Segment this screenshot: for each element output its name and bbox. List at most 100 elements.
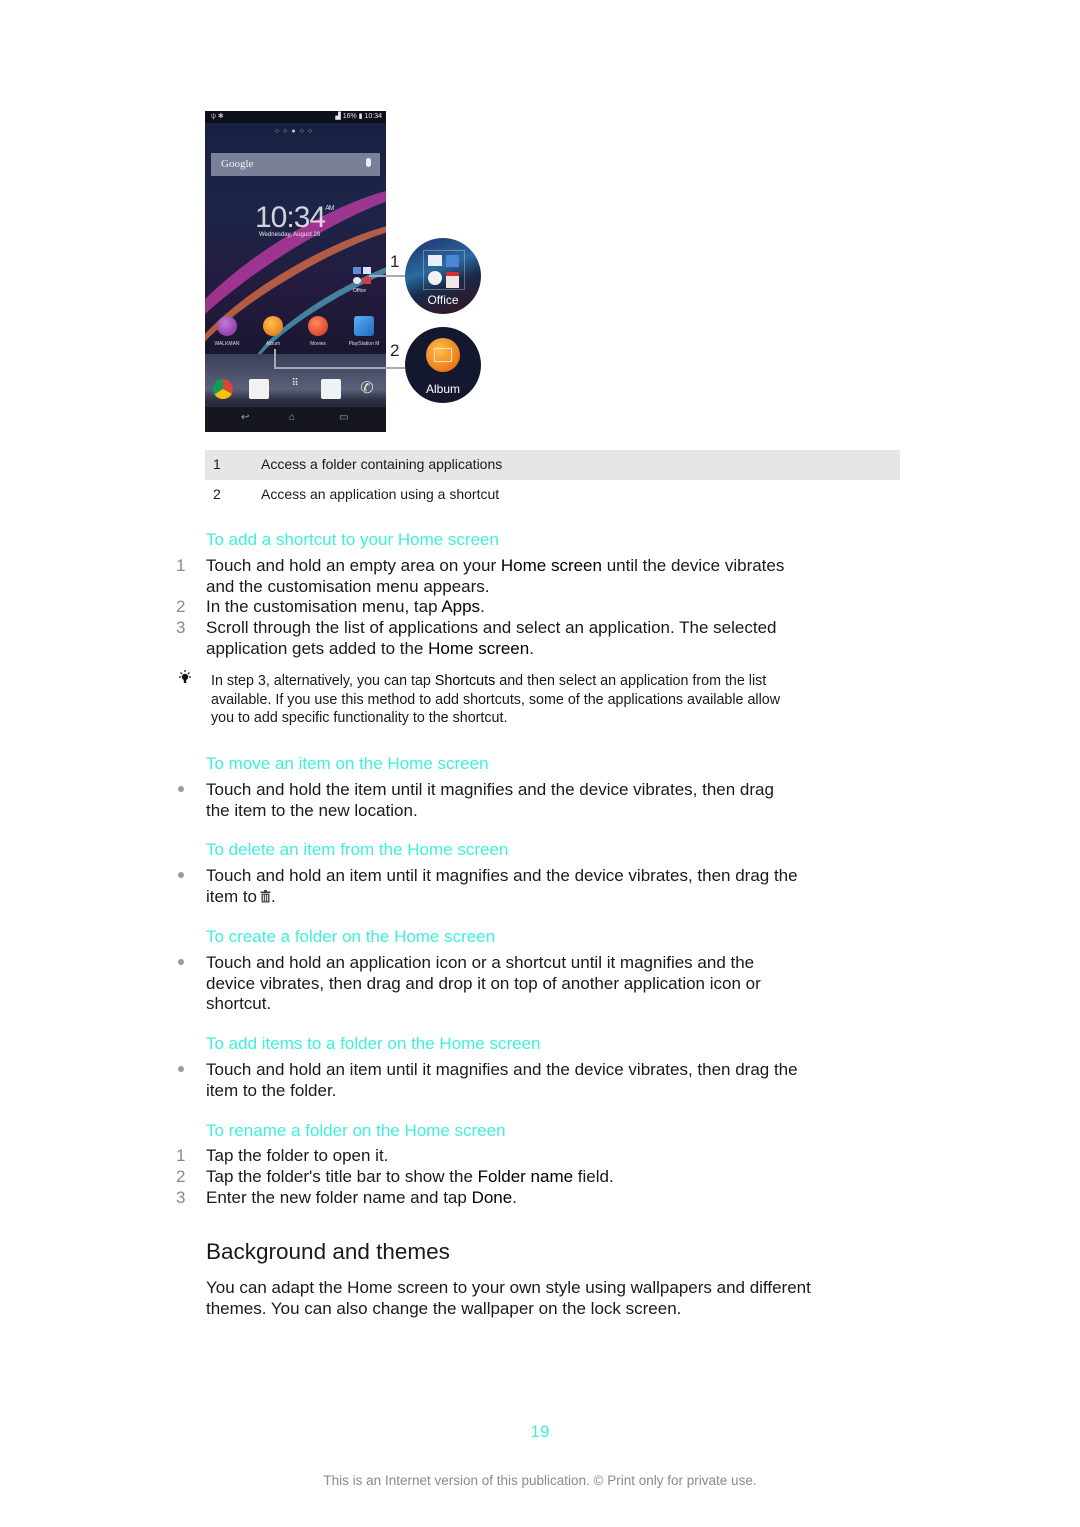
text: In step 3, alternatively, you can tap [211,673,435,689]
text: and then select an application from the … [495,673,767,689]
heading-create-folder: To create a folder on the Home screen [206,927,496,946]
step-text: Scroll through the list of applications … [206,618,886,659]
app-label: Album [265,341,281,347]
clock-widget: 10:34AM [255,201,335,235]
page-number: 19 [530,1422,550,1441]
callout-number: 1 [390,252,400,271]
movies-icon [308,316,328,336]
app-row: WALKMAN Album Movies PlayStation M [205,316,386,356]
clock-icon [428,271,442,285]
folder-frame [423,250,465,290]
battery-icon: ▮ [358,113,363,120]
album-icon [263,316,283,336]
signal-icon: ▟ [335,113,341,120]
navigation-bar: ↩ ⌂ ▭ [205,407,386,432]
page-indicator: ○○●○○ [274,128,317,135]
text: Touch and hold an empty area on your [206,556,501,575]
recent-apps-icon: ▭ [339,412,349,423]
text: Touch and hold an item until it magnifie… [206,1060,798,1079]
bullet-text: Touch and hold an application icon or a … [206,953,886,1015]
microphone-icon [366,158,371,167]
step-text: Enter the new folder name and tap Done. [206,1188,886,1209]
text: In the customisation menu, tap [206,597,442,616]
app-label: PlayStation M [348,341,380,347]
tip-note: In step 3, alternatively, you can tap Sh… [211,672,881,728]
legend-number: 1 [213,456,221,472]
status-right: ▟ 16% ▮ 10:34 [335,111,382,123]
ui-term: Done [471,1188,513,1207]
messaging-icon [321,379,341,399]
gmail-icon [446,272,459,288]
callout-2-connector [274,349,276,367]
step-number: 1 [176,1146,186,1165]
app-walkman: WALKMAN [205,316,249,347]
bullet [178,959,184,965]
step-text: Tap the folder's title bar to show the F… [206,1167,886,1188]
text: . [529,638,534,658]
text: device vibrates, then drag and drop it o… [206,973,761,993]
text: item to [206,886,258,906]
app-movies: Movies [296,316,340,347]
text: you to add specific functionality to the… [211,710,508,727]
heading-add-shortcut: To add a shortcut to your Home screen [206,530,499,549]
text: until the device vibrates [601,556,785,575]
bullet-text: Touch and hold an item until it magnifie… [206,1060,886,1101]
album-callout: Album [405,327,481,403]
step-number: 3 [176,1188,186,1207]
step-number: 3 [176,618,186,637]
callout-label: Album [425,382,460,396]
text: Tap the folder to open it. [206,1146,389,1165]
callout-number: 2 [390,341,400,360]
app-label: Movies [310,341,326,347]
status-bar: ψ ✱ ▟ 16% ▮ 10:34 [205,111,386,123]
heading-add-to-folder: To add items to a folder on the Home scr… [206,1034,541,1053]
back-icon: ↩ [241,412,250,423]
gmail-icon [363,277,371,284]
clock-time: 10:34 [255,201,326,234]
google-label: Google [221,158,254,170]
text: Touch and hold an application icon or a … [206,953,755,972]
legend-row: 1 Access a folder containing application… [205,450,900,480]
phone-icon: ✆ [360,380,374,397]
text: application gets added to the [206,638,429,658]
bullet [178,786,184,792]
chrome-icon [213,379,233,399]
callout-label: Office [427,293,459,307]
text: Enter the new folder name and tap [206,1188,472,1207]
footer-notice: This is an Internet version of this publ… [323,1473,757,1488]
app-album: Album [251,316,295,347]
text: . [512,1188,517,1207]
legend-text: Access a folder containing applications [261,456,503,472]
home-icon: ⌂ [289,412,296,423]
trash-icon [260,889,271,903]
app-label: WALKMAN [214,341,240,347]
phone-screenshot: ψ ✱ ▟ 16% ▮ 10:34 ○○●○○ Google 10:34AM W… [205,111,386,432]
text: Scroll through the list of applications … [206,618,777,637]
calendar-icon [353,267,361,274]
text: shortcut. [206,994,272,1014]
ui-term: Apps [441,597,481,616]
step-number: 2 [176,597,186,616]
figure-legend: 1 Access a folder containing application… [205,450,900,510]
ui-term: Folder name [477,1167,574,1186]
folder-label: Office [353,288,366,294]
ui-term: Home screen [500,556,602,575]
legend-number: 2 [213,486,221,502]
text: themes. You can also change the wallpape… [206,1298,682,1318]
step-number: 2 [176,1167,186,1186]
text: available. If you use this method to add… [211,691,781,708]
callout-1-connector [369,275,405,277]
ui-term: Shortcuts [434,673,496,689]
text: field. [573,1167,614,1186]
step-text: Tap the folder to open it. [206,1146,886,1167]
picture-frame [434,348,452,362]
app-playstation-mobile: PlayStation M [342,316,386,347]
app-drawer-icon: ⠿ [291,378,299,389]
legend-text: Access an application using a shortcut [261,486,500,502]
ui-term: Home screen [428,638,530,658]
step-number: 1 [176,556,186,575]
heading-rename-folder: To rename a folder on the Home screen [206,1121,506,1140]
text: Touch and hold an item until it magnifie… [206,866,798,885]
text: . [271,886,276,906]
google-search-bar: Google [211,153,380,176]
